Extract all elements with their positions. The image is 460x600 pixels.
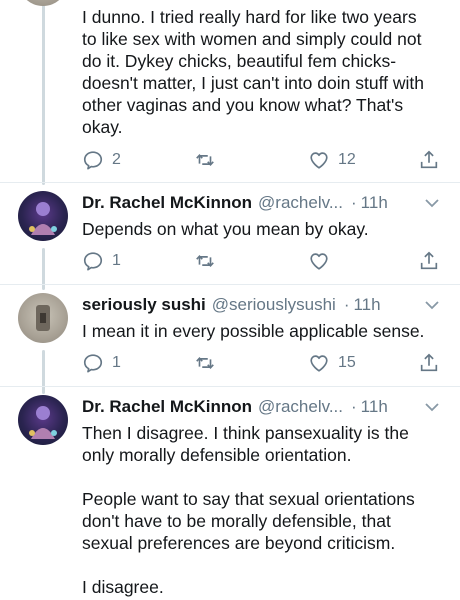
user-handle[interactable]: @rachelv... <box>258 397 343 417</box>
share-button[interactable] <box>418 351 440 375</box>
timestamp[interactable]: 11h <box>361 193 388 213</box>
reply-count: 1 <box>112 252 121 269</box>
reply-count: 2 <box>112 151 121 168</box>
retweet-icon <box>196 154 214 166</box>
share-button[interactable] <box>418 148 440 172</box>
user-handle[interactable]: @rachelv... <box>258 193 343 213</box>
tweet-text-line: to like sex with women and simply could … <box>82 29 422 49</box>
divider <box>0 182 460 183</box>
tweet[interactable]: seriously sushi @seriouslysushi · 11h I … <box>0 290 460 390</box>
retweet-button[interactable] <box>194 148 224 172</box>
tweet-header: seriously sushi @seriouslysushi · 11h <box>82 292 446 318</box>
tweet-text-line: do it. Dykey chicks, beautiful fem chick… <box>82 51 397 71</box>
reply-button[interactable]: 1 <box>82 249 121 273</box>
tweet-text: I mean it in every possible applicable s… <box>82 320 446 342</box>
heart-icon <box>310 355 328 372</box>
tweet-text: Then I disagree. I think pansexuality is… <box>82 422 446 598</box>
chevron-down-icon[interactable] <box>422 194 442 212</box>
user-handle[interactable]: @seriouslysushi <box>212 295 336 315</box>
share-icon <box>420 353 438 372</box>
tweet-text-line: okay. <box>82 117 123 137</box>
tweet-actions: 1 15 <box>82 351 442 375</box>
tweet-text-line: I disagree. <box>82 577 164 597</box>
tweet-text-line: I dunno. I tried really hard for like tw… <box>82 7 417 27</box>
reply-count: 1 <box>112 354 121 371</box>
heart-icon <box>310 152 328 169</box>
tweet-text-line: Depends on what you mean by okay. <box>82 219 369 239</box>
like-count: 12 <box>338 151 356 168</box>
tweet-text-line: I mean it in every possible applicable s… <box>82 321 425 341</box>
tweet[interactable]: Dr. Rachel McKinnon @rachelv... · 11h De… <box>0 188 460 288</box>
retweet-button[interactable] <box>194 351 224 375</box>
retweet-icon <box>196 357 214 369</box>
separator-dot: · <box>351 193 357 212</box>
retweet-button[interactable] <box>194 249 224 273</box>
reply-button[interactable]: 2 <box>82 148 121 172</box>
tweet-header: Dr. Rachel McKinnon @rachelv... · 11h <box>82 394 446 420</box>
share-button[interactable] <box>418 249 440 273</box>
like-button[interactable] <box>308 249 338 273</box>
tweet-text-line: People want to say that sexual orientati… <box>82 489 415 509</box>
reply-button[interactable]: 1 <box>82 351 121 375</box>
tweet-actions: 1 <box>82 249 442 273</box>
tweet-text-line: other vaginas and you know what? That's <box>82 95 404 115</box>
like-button[interactable]: 15 <box>308 351 356 375</box>
tweet-text-line: sexual preferences are beyond criticism. <box>82 533 396 553</box>
reply-icon <box>83 354 103 373</box>
reply-icon <box>83 151 103 170</box>
display-name[interactable]: Dr. Rachel McKinnon <box>82 193 252 213</box>
divider <box>0 284 460 285</box>
timestamp[interactable]: 11h <box>353 295 380 315</box>
heart-icon <box>310 253 328 270</box>
tweet-text-line: Then I disagree. I think pansexuality is… <box>82 423 409 443</box>
tweet[interactable]: I dunno. I tried really hard for like tw… <box>0 0 460 180</box>
separator-dot: · <box>351 397 357 416</box>
timestamp[interactable]: 11h <box>361 397 388 417</box>
separator-dot: · <box>343 295 350 314</box>
display-name[interactable]: seriously sushi <box>82 295 206 315</box>
tweet-header: Dr. Rachel McKinnon @rachelv... · 11h <box>82 190 446 216</box>
tweet[interactable]: Dr. Rachel McKinnon @rachelv... · 11h Th… <box>0 392 460 600</box>
tweet-text-line: only morally defensible orientation. <box>82 445 352 465</box>
divider <box>0 386 460 387</box>
tweet-text: Depends on what you mean by okay. <box>82 218 446 240</box>
retweet-icon <box>196 255 214 267</box>
chevron-down-icon[interactable] <box>422 296 442 314</box>
share-icon <box>420 150 438 169</box>
share-icon <box>420 251 438 270</box>
tweet-text-line: doesn't matter, I just can't into doin s… <box>82 73 424 93</box>
display-name[interactable]: Dr. Rachel McKinnon <box>82 397 252 417</box>
reply-icon <box>83 252 103 271</box>
like-count: 15 <box>338 354 356 371</box>
chevron-down-icon[interactable] <box>422 398 442 416</box>
like-button[interactable]: 12 <box>308 148 356 172</box>
tweet-text-line: don't have to be morally defensible, tha… <box>82 511 391 531</box>
tweet-text: I dunno. I tried really hard for like tw… <box>82 6 446 138</box>
tweet-actions: 2 12 <box>82 148 442 172</box>
